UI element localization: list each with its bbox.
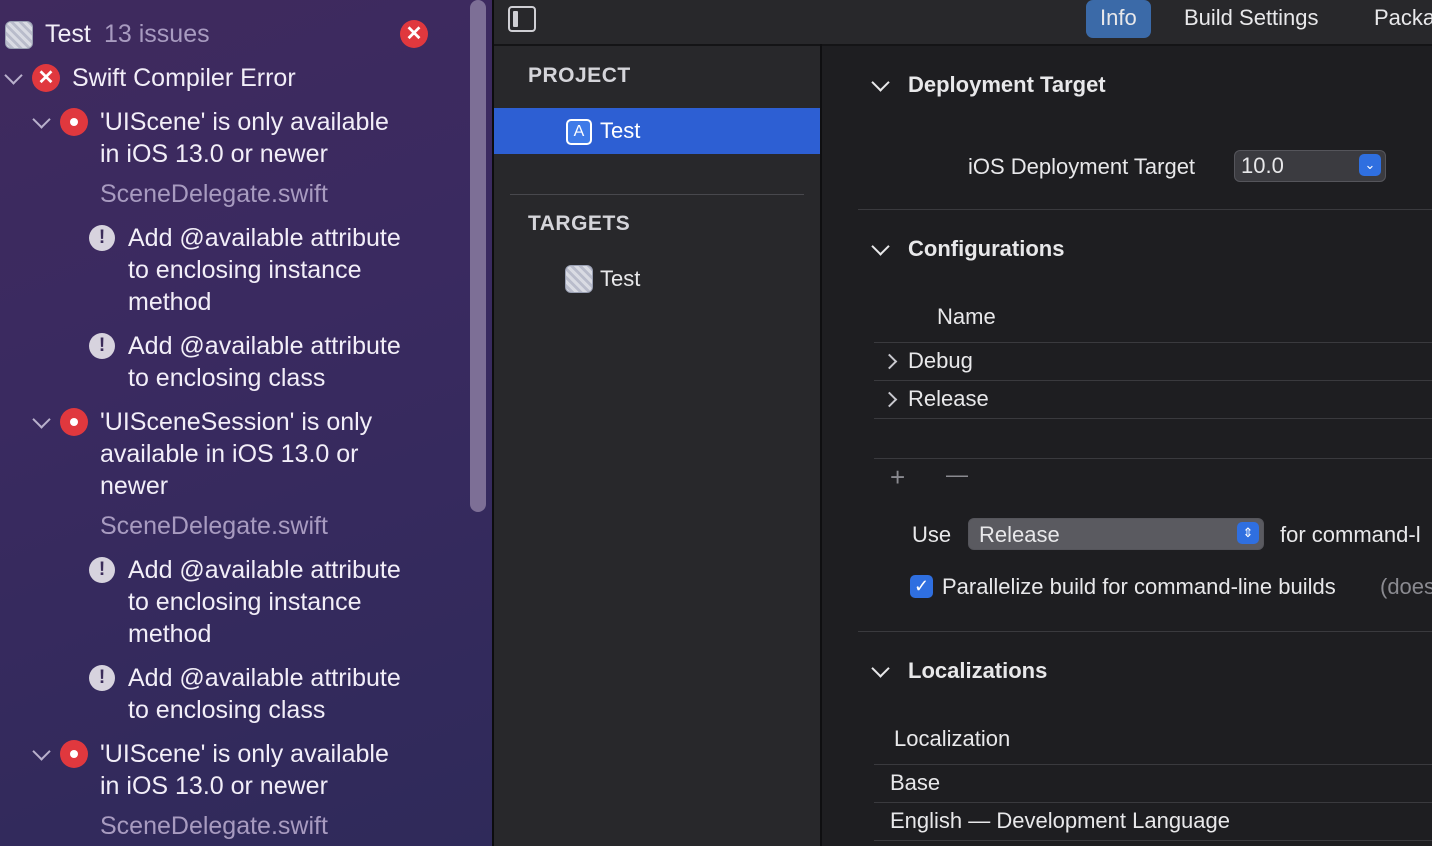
column-localization[interactable]: Localization <box>894 726 1010 752</box>
parallelize-checkbox[interactable]: ✓ <box>910 575 933 598</box>
row-divider <box>874 418 1432 419</box>
fixit-icon: ! <box>89 665 115 691</box>
ios-deployment-label: iOS Deployment Target <box>968 154 1196 179</box>
project-header: PROJECT <box>528 64 631 87</box>
fixit-text[interactable]: method <box>128 286 211 318</box>
targets-header: TARGETS <box>528 212 631 235</box>
row-divider <box>874 802 1432 803</box>
fixit-text[interactable]: to enclosing instance <box>128 254 361 286</box>
row-divider <box>874 342 1432 343</box>
row-divider <box>874 380 1432 381</box>
parallelize-note: (does <box>1380 574 1432 599</box>
nav-divider <box>510 194 804 195</box>
chevron-down-icon[interactable] <box>32 742 51 761</box>
issue-message[interactable]: in iOS 13.0 or newer <box>100 770 328 802</box>
issue-file[interactable]: SceneDelegate.swift <box>100 510 328 542</box>
use-label: Use <box>912 522 952 547</box>
fixit-text[interactable]: to enclosing instance <box>128 586 361 618</box>
chevron-down-icon[interactable] <box>4 66 23 85</box>
localization-row-base[interactable]: Base <box>890 770 940 796</box>
use-configuration-select[interactable]: Release ⇕ <box>968 518 1264 550</box>
config-row-release[interactable]: Release <box>908 386 989 412</box>
ios-deployment-select[interactable]: 10.0 ⌄ <box>1234 150 1386 182</box>
section-divider <box>858 631 1432 632</box>
deployment-target-title[interactable]: Deployment Target <box>908 72 1106 98</box>
editor-tab-bar: Info Build Settings Packa <box>494 0 1432 46</box>
localizations-title[interactable]: Localizations <box>908 658 1047 684</box>
fixit-text[interactable]: Add @available attribute <box>128 222 401 254</box>
issue-group-title[interactable]: Swift Compiler Error <box>72 62 296 94</box>
error-icon: ✕ <box>32 64 60 92</box>
for-command-line-label: for command-l <box>1280 522 1421 547</box>
app-icon <box>5 21 33 49</box>
row-divider <box>874 458 1432 459</box>
configurations-title[interactable]: Configurations <box>908 236 1064 262</box>
project-icon: A <box>566 119 592 145</box>
use-configuration-value: Release <box>979 522 1060 547</box>
parallelize-label[interactable]: Parallelize build for command-line build… <box>942 574 1336 600</box>
target-item-label[interactable]: Test <box>600 266 640 292</box>
issue-navigator[interactable]: Test 13 issues ✕ ✕ Swift Compiler Error … <box>0 0 492 846</box>
stepper-icon: ⇕ <box>1237 522 1259 544</box>
fixit-icon: ! <box>89 333 115 359</box>
issues-count: 13 issues <box>104 20 210 48</box>
issue-message[interactable]: available in iOS 13.0 or <box>100 438 358 470</box>
target-icon <box>565 265 593 293</box>
remove-configuration-button[interactable]: — <box>946 462 968 488</box>
chevron-down-icon: ⌄ <box>1359 154 1381 176</box>
error-icon <box>60 740 88 768</box>
issues-header-title: Test <box>45 20 91 48</box>
error-icon <box>60 108 88 136</box>
fixit-text[interactable]: Add @available attribute <box>128 554 401 586</box>
fixit-text[interactable]: Add @available attribute <box>128 662 401 694</box>
issue-message[interactable]: in iOS 13.0 or newer <box>100 138 328 170</box>
issue-message[interactable]: 'UISceneSession' is only <box>100 406 372 438</box>
fixit-text[interactable]: Add @available attribute <box>128 330 401 362</box>
row-divider <box>874 840 1432 841</box>
chevron-down-icon[interactable] <box>32 110 51 129</box>
sidebar-toggle-icon[interactable] <box>508 6 536 32</box>
fixit-text[interactable]: to enclosing class <box>128 694 325 726</box>
issue-message[interactable]: 'UIScene' is only available <box>100 106 389 138</box>
issue-file[interactable]: SceneDelegate.swift <box>100 178 328 210</box>
row-divider <box>874 764 1432 765</box>
clear-issues-icon[interactable]: ✕ <box>400 20 428 48</box>
issue-message[interactable]: newer <box>100 470 168 502</box>
tab-info[interactable]: Info <box>1086 0 1151 38</box>
issue-file[interactable]: SceneDelegate.swift <box>100 810 328 842</box>
fixit-text[interactable]: method <box>128 618 211 650</box>
fixit-text[interactable]: to enclosing class <box>128 362 325 394</box>
fixit-icon: ! <box>89 557 115 583</box>
error-icon <box>60 408 88 436</box>
config-row-debug[interactable]: Debug <box>908 348 973 374</box>
project-item-selected[interactable]: A Test <box>494 108 820 154</box>
ios-deployment-value: 10.0 <box>1241 153 1284 178</box>
localization-row-english[interactable]: English — Development Language <box>890 808 1230 834</box>
add-configuration-button[interactable]: + <box>890 462 905 493</box>
project-item-label: Test <box>600 118 641 143</box>
section-divider <box>858 209 1432 210</box>
issues-scrollbar[interactable] <box>470 0 486 512</box>
tab-packages[interactable]: Packa <box>1360 0 1432 38</box>
chevron-down-icon[interactable] <box>32 410 51 429</box>
issue-message[interactable]: 'UIScene' is only available <box>100 738 389 770</box>
tab-build-settings[interactable]: Build Settings <box>1170 0 1333 38</box>
fixit-icon: ! <box>89 225 115 251</box>
column-name[interactable]: Name <box>937 304 996 330</box>
